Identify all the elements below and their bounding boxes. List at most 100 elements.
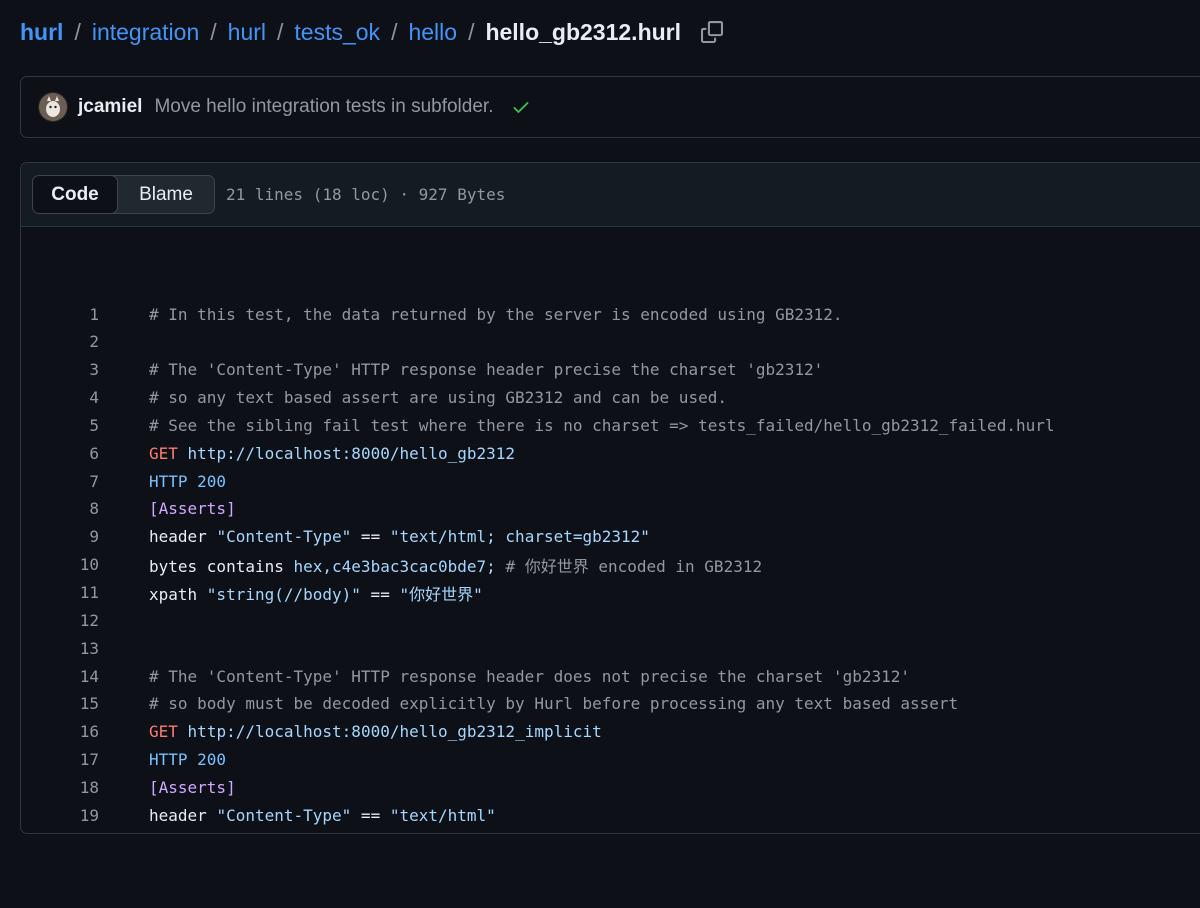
line-content: # so body must be decoded explicitly by … (149, 694, 958, 713)
line-number[interactable]: 10 (21, 555, 99, 574)
copy-path-button[interactable] (695, 15, 729, 49)
code-token-method: GET (149, 722, 178, 742)
breadcrumb-link-hello[interactable]: hello (408, 19, 457, 46)
code-token-plain: xpath (149, 584, 207, 604)
check-icon-glyph (513, 102, 529, 113)
line-number[interactable]: 8 (21, 499, 99, 518)
line-number[interactable]: 12 (21, 611, 99, 630)
file-viewer: Code Blame 21 lines (18 loc) · 927 Bytes… (20, 162, 1200, 834)
file-header: Code Blame 21 lines (18 loc) · 927 Bytes (21, 163, 1200, 227)
code-line: 11 xpath "string(//body)" == "你好世界" (21, 579, 483, 607)
line-number[interactable]: 9 (21, 527, 99, 546)
line-content: [Asserts] (149, 778, 236, 797)
code-token-plain: header (149, 527, 217, 547)
code-token-comment: # The 'Content-Type' HTTP response heade… (149, 360, 824, 380)
breadcrumb: hurl / integration / hurl / tests_ok / h… (20, 14, 729, 50)
code-token-string: "text/html" (389, 805, 496, 825)
line-number[interactable]: 13 (21, 639, 99, 658)
code-token-section: [Asserts] (149, 499, 236, 519)
line-number[interactable]: 6 (21, 444, 99, 463)
code-token-string: "text/html; charset=gb2312" (389, 527, 650, 547)
code-line: 14 # The 'Content-Type' HTTP response hea… (21, 662, 910, 690)
code-line: 1 # In this test, the data returned by th… (21, 300, 843, 328)
line-number[interactable]: 17 (21, 750, 99, 769)
line-content: xpath "string(//body)" == "你好世界" (149, 581, 483, 605)
line-number[interactable]: 5 (21, 416, 99, 435)
code-token-string: "Content-Type" (216, 805, 352, 825)
line-number[interactable]: 16 (21, 722, 99, 741)
code-line: 6 GET http://localhost:8000/hello_gb2312 (21, 439, 515, 467)
code-line: 13 (21, 634, 149, 662)
breadcrumb-separator: / (391, 18, 398, 45)
code-line: 12 (21, 606, 149, 634)
breadcrumb-link-hurl-root[interactable]: hurl (20, 19, 63, 46)
code-token-plain: == (360, 584, 400, 604)
code-token-section: [Asserts] (149, 777, 236, 797)
code-line: 17 HTTP 200 (21, 746, 226, 774)
line-content: GET http://localhost:8000/hello_gb2312_i… (149, 722, 602, 741)
breadcrumb-separator: / (277, 18, 284, 45)
code-token-string: hex,c4e3bac3cac0bde7; (293, 556, 496, 576)
line-content: # See the sibling fail test where there … (149, 416, 1054, 435)
latest-commit-box: jcamiel Move hello integration tests in … (20, 76, 1200, 138)
code-line: 15 # so body must be decoded explicitly b… (21, 690, 958, 718)
file-info: 21 lines (18 loc) · 927 Bytes (226, 185, 506, 204)
tab-code[interactable]: Code (33, 176, 118, 213)
line-number[interactable]: 18 (21, 778, 99, 797)
code-token-comment: # so body must be decoded explicitly by … (149, 694, 959, 714)
code-token-http: HTTP 200 (149, 750, 227, 770)
breadcrumb-separator: / (74, 18, 81, 45)
code-token-plain: == (351, 805, 390, 825)
avatar-image (38, 92, 68, 122)
code-line: 5 # See the sibling fail test where there… (21, 411, 1054, 439)
tab-blame[interactable]: Blame (118, 176, 214, 213)
line-number[interactable]: 3 (21, 360, 99, 379)
code-token-plain: header (149, 805, 217, 825)
commit-message[interactable]: Move hello integration tests in subfolde… (154, 96, 493, 118)
code-line: 3 # The 'Content-Type' HTTP response head… (21, 356, 823, 384)
commit-author[interactable]: jcamiel (78, 96, 142, 118)
code-line: 7 HTTP 200 (21, 467, 226, 495)
code-line: 20bytes contains hex,c4e3bac3cac0bde7; #… (21, 829, 762, 833)
line-content: GET http://localhost:8000/hello_gb2312 (149, 444, 515, 463)
code-token-plain: bytes contains (149, 556, 294, 576)
line-number[interactable]: 15 (21, 694, 99, 713)
line-content: # The 'Content-Type' HTTP response heade… (149, 667, 910, 686)
copy-icon (701, 21, 724, 43)
view-mode-toggle: Code Blame (32, 175, 215, 214)
line-number[interactable]: 19 (21, 806, 99, 825)
line-number[interactable]: 1 (21, 305, 99, 324)
check-icon[interactable] (511, 97, 531, 117)
breadcrumb-separator: / (468, 18, 475, 45)
line-number[interactable]: 4 (21, 388, 99, 407)
breadcrumb-link-integration[interactable]: integration (92, 19, 199, 46)
code-line: 10 bytes contains hex,c4e3bac3cac0bde7; #… (21, 551, 762, 579)
line-content: # The 'Content-Type' HTTP response heade… (149, 360, 823, 379)
code-token-url: http://localhost:8000/hello_gb2312_impli… (187, 722, 602, 742)
code-token-comment: # In this test, the data returned by the… (149, 304, 843, 324)
breadcrumb-separator: / (210, 18, 217, 45)
line-content: HTTP 200 (149, 472, 226, 491)
code-token-string: "你好世界" (399, 584, 483, 604)
line-content: # so any text based assert are using GB2… (149, 388, 727, 407)
code-token-string: "Content-Type" (216, 527, 352, 547)
breadcrumb-link-hurl[interactable]: hurl (228, 19, 266, 46)
line-content: bytes contains hex,c4e3bac3cac0bde7; # 你… (149, 553, 762, 577)
line-number[interactable]: 7 (21, 472, 99, 491)
breadcrumb-link-tests-ok[interactable]: tests_ok (294, 19, 380, 46)
line-number[interactable]: 14 (21, 667, 99, 686)
code-token-string: "string(//body)" (206, 584, 361, 604)
code-token-http: HTTP 200 (149, 471, 227, 491)
avatar[interactable] (38, 92, 68, 122)
line-number[interactable]: 2 (21, 332, 99, 351)
line-content: bytes contains hex,c4e3bac3cac0bde7; # 你… (149, 831, 762, 833)
line-content: HTTP 200 (149, 750, 226, 769)
code-token-url: http://localhost:8000/hello_gb2312 (187, 443, 516, 463)
code-line: 16 GET http://localhost:8000/hello_gb2312… (21, 718, 602, 746)
breadcrumb-current-file: hello_gb2312.hurl (485, 18, 682, 45)
line-number[interactable]: 11 (21, 583, 99, 602)
code-line: 4 # so any text based assert are using GB… (21, 384, 727, 412)
code-line: 8 [Asserts] (21, 495, 236, 523)
